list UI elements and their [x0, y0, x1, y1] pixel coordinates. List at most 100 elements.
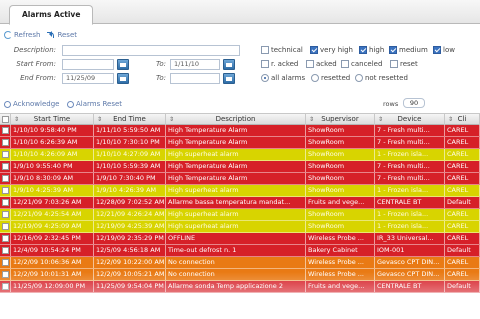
refresh-button[interactable]: Refresh	[4, 31, 40, 39]
row-select-cell[interactable]	[0, 221, 11, 232]
row-checkbox[interactable]	[2, 199, 9, 206]
resetted-radio[interactable]	[311, 74, 319, 82]
end-to-calendar-icon[interactable]	[223, 73, 235, 84]
row-select-cell[interactable]	[0, 161, 11, 172]
start-time-cell: 11/25/09 12:09:00 PM	[11, 281, 94, 292]
reset-checkbox[interactable]	[390, 60, 398, 68]
row-checkbox[interactable]	[2, 127, 9, 134]
high-checkbox[interactable]	[359, 46, 367, 54]
table-row[interactable]: 1/9/10 9:55:40 PM 1/10/10 5:59:39 AM High …	[0, 161, 480, 173]
row-select-cell[interactable]	[0, 245, 11, 256]
row-select-cell[interactable]	[0, 269, 11, 280]
row-select-cell[interactable]	[0, 281, 11, 292]
header-client[interactable]: ⇕ Cli	[445, 114, 480, 125]
header-end-time[interactable]: ⇕ End Time	[94, 114, 166, 125]
end-from-calendar-icon[interactable]	[117, 73, 129, 84]
select-all-header[interactable]	[0, 114, 11, 125]
row-select-cell[interactable]	[0, 173, 11, 184]
table-row[interactable]: 12/16/09 2:32:45 PM 12/19/09 2:35:29 PM OF…	[0, 233, 480, 245]
row-checkbox[interactable]	[2, 175, 9, 182]
table-row[interactable]: 12/19/09 4:25:09 AM 12/19/09 4:25:39 AM Hi…	[0, 221, 480, 233]
canceled-checkbox[interactable]	[341, 60, 349, 68]
description-cell: High superheat alarm	[166, 185, 306, 196]
table-body: 1/10/10 9:58:40 PM 1/11/10 5:59:50 AM High…	[0, 125, 480, 293]
row-checkbox[interactable]	[2, 139, 9, 146]
device-cell: 1 - Frozen isla...	[375, 209, 445, 220]
row-checkbox[interactable]	[2, 283, 9, 290]
header-description[interactable]: ⇕ Description	[166, 114, 306, 125]
row-checkbox[interactable]	[2, 259, 9, 266]
end-time-cell: 12/28/09 7:02:52 AM	[96, 197, 166, 208]
undo-arrow-icon	[46, 31, 55, 39]
row-checkbox[interactable]	[2, 271, 9, 278]
row-select-cell[interactable]	[0, 257, 11, 268]
description-cell: High superheat alarm	[166, 149, 306, 160]
tab-alarms-active[interactable]: Alarms Active	[9, 5, 94, 25]
row-checkbox[interactable]	[2, 211, 9, 218]
row-select-cell[interactable]	[0, 149, 11, 160]
table-row[interactable]: 11/25/09 12:09:00 PM 11/25/09 9:54:04 PM A…	[0, 281, 480, 293]
client-cell: CAREL	[445, 209, 480, 220]
table-row[interactable]: 12/2/09 10:01:31 AM 12/2/09 10:05:21 AM No…	[0, 269, 480, 281]
row-select-cell[interactable]	[0, 209, 11, 220]
row-checkbox[interactable]	[2, 235, 9, 242]
row-select-cell[interactable]	[0, 137, 11, 148]
reset-filter-label: reset	[400, 60, 418, 68]
row-checkbox[interactable]	[2, 151, 9, 158]
supervisor-cell: Fruits and vege...	[306, 281, 375, 292]
row-checkbox[interactable]	[2, 247, 9, 254]
supervisor-cell: Wireless Probe ...	[306, 257, 375, 268]
table-row[interactable]: 1/10/10 4:26:09 AM 1/10/10 4:27:09 AM High…	[0, 149, 480, 161]
low-checkbox[interactable]	[433, 46, 441, 54]
supervisor-cell: ShowRoom	[306, 125, 375, 136]
start-from-calendar-icon[interactable]	[117, 59, 129, 70]
end-time-cell: 12/19/09 2:35:29 PM	[94, 233, 166, 244]
row-select-cell[interactable]	[0, 233, 11, 244]
device-cell: 1 - Frozen isla...	[375, 149, 445, 160]
supervisor-cell: Bakery Cabinet	[306, 245, 375, 256]
row-checkbox[interactable]	[2, 223, 9, 230]
very-high-checkbox[interactable]	[310, 46, 318, 54]
header-start-time[interactable]: ⇕ Start Time	[11, 114, 94, 125]
medium-checkbox[interactable]	[389, 46, 397, 54]
description-cell: No connection	[166, 269, 306, 280]
not-resetted-radio[interactable]	[355, 74, 363, 82]
table-row[interactable]: 1/10/10 9:58:40 PM 1/11/10 5:59:50 AM High…	[0, 125, 480, 137]
table-row[interactable]: 1/10/10 6:26:39 AM 1/10/10 7:30:10 PM High…	[0, 137, 480, 149]
alarms-reset-button[interactable]: Alarms Reset	[67, 100, 122, 108]
table-row[interactable]: 12/21/09 7:03:26 AM 12/28/09 7:02:52 AM Al…	[0, 197, 480, 209]
all-alarms-radio[interactable]	[261, 74, 269, 82]
row-checkbox[interactable]	[2, 187, 9, 194]
start-to-calendar-icon[interactable]	[223, 59, 235, 70]
description-cell: High Temperature Alarm	[166, 173, 306, 184]
acked-checkbox[interactable]	[306, 60, 314, 68]
row-checkbox[interactable]	[2, 163, 9, 170]
rows-input[interactable]: 90	[403, 98, 425, 108]
description-cell: Time-out defrost n. 1	[166, 245, 306, 256]
row-select-cell[interactable]	[0, 185, 11, 196]
description-input[interactable]	[62, 45, 240, 56]
end-to-input[interactable]	[170, 73, 220, 84]
end-from-input[interactable]: 11/25/09	[62, 73, 114, 84]
row-select-cell[interactable]	[0, 125, 11, 136]
very-high-label: very high	[320, 46, 353, 54]
table-row[interactable]: 1/9/10 8:30:09 AM 1/9/10 7:30:40 PM High T…	[0, 173, 480, 185]
technical-checkbox[interactable]	[261, 46, 269, 54]
start-to-input[interactable]: 1/11/10	[170, 59, 220, 70]
reset-button[interactable]: Reset	[46, 31, 77, 39]
table-row[interactable]: 12/21/09 4:25:54 AM 12/21/09 4:26:24 AM Hi…	[0, 209, 480, 221]
device-cell: CENTRALE BT	[375, 197, 445, 208]
start-from-input[interactable]	[62, 59, 114, 70]
start-time-cell: 12/2/09 10:06:36 AM	[11, 257, 94, 268]
table-row[interactable]: 12/2/09 10:06:36 AM 12/2/09 10:22:00 AM No…	[0, 257, 480, 269]
high-label: high	[369, 46, 385, 54]
client-cell: CAREL	[445, 221, 480, 232]
row-select-cell[interactable]	[0, 197, 11, 208]
header-supervisor[interactable]: ⇕ Supervisor	[306, 114, 375, 125]
header-device[interactable]: ⇕ Device	[375, 114, 445, 125]
table-row[interactable]: 12/4/09 10:54:24 PM 12/5/09 4:56:18 AM Tim…	[0, 245, 480, 257]
acknowledge-button[interactable]: Acknowledge	[4, 100, 59, 108]
table-row[interactable]: 1/9/10 4:25:39 AM 1/9/10 4:26:39 AM High s…	[0, 185, 480, 197]
r-acked-checkbox[interactable]	[261, 60, 269, 68]
supervisor-cell: ShowRoom	[306, 137, 375, 148]
